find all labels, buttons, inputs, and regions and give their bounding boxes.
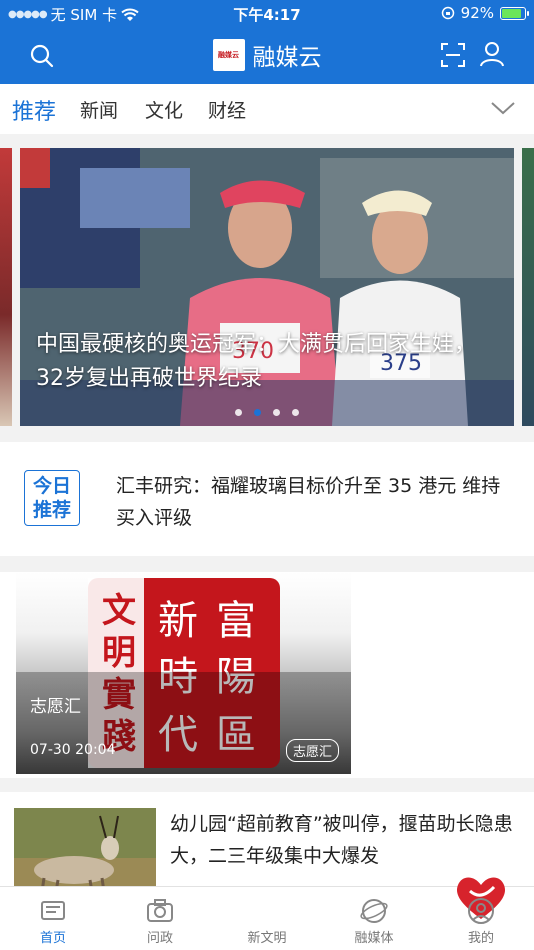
carousel-dot-active[interactable] [254, 409, 261, 416]
video-title: 志愿汇 [30, 697, 81, 717]
carousel-caption: 中国最硬核的奥运冠军：大满贯后回家生娃，32岁复出再破世界纪录 [36, 332, 477, 391]
rotation-lock-icon [441, 6, 454, 20]
user-icon[interactable] [478, 40, 506, 68]
tab-culture[interactable]: 文化 [145, 96, 183, 123]
nav-wenzheng[interactable]: 问政 [107, 887, 213, 950]
planet-icon [360, 899, 388, 923]
app-title: 融媒云 [252, 45, 322, 71]
today-recommend-text: 汇丰研究：福耀玻璃目标价升至 35 港元 维持买入评级 [116, 475, 501, 529]
nav-mine[interactable]: 我的 [428, 887, 534, 950]
battery-icon [500, 6, 529, 20]
video-time: 07-30 20:04 [30, 742, 116, 758]
app-screen: ●●●●● 无 SIM 卡 下午4:17 92% 融媒云 融媒云 推荐 新闻 文… [0, 0, 534, 950]
carousel-dot[interactable] [235, 409, 242, 416]
carousel-slide[interactable]: 375 370 中国最硬核的奥运冠军：大满贯后回家生娃，32岁复出再破世界纪录 [20, 148, 514, 426]
carousel-indicator [20, 409, 514, 416]
video-source-tag[interactable]: 志愿汇 [285, 739, 339, 762]
video-card[interactable]: 文 明 實 踐 新 富 時 陽 代 區 志愿汇 07-30 20:04 志愿汇 [0, 572, 534, 778]
nav-new-civilization[interactable]: 新文明 [214, 877, 506, 950]
tab-news[interactable]: 新闻 [80, 96, 118, 123]
today-recommend-item[interactable]: 今日 推荐 汇丰研究：福耀玻璃目标价升至 35 港元 维持买入评级 [0, 442, 534, 556]
today-recommend-badge: 今日 推荐 [24, 470, 80, 526]
app-logo: 融媒云 [212, 39, 245, 71]
chevron-down-icon[interactable] [490, 98, 516, 118]
camera-icon [147, 899, 173, 922]
nav-media[interactable]: 融媒体 [321, 887, 427, 950]
news-title: 幼儿园“超前教育”被叫停，揠苗助长隐患大，二三年级集中大爆发 [170, 813, 513, 867]
bottom-nav: 首页 问政 新文明 融媒体 我的 [0, 877, 534, 950]
battery-percent: 92% [460, 4, 494, 22]
carousel-dot[interactable] [292, 409, 299, 416]
nav-mine-label: 我的 [467, 931, 494, 946]
carousel-dot[interactable] [273, 409, 280, 416]
nav-wenzheng-label: 问政 [146, 931, 173, 946]
nav-home[interactable]: 首页 [0, 887, 106, 950]
nav-new-civilization-label: 新文明 [247, 931, 287, 946]
nav-media-label: 融媒体 [354, 931, 394, 946]
news-thumbnail [14, 808, 156, 892]
carousel-next-slide[interactable] [522, 148, 534, 426]
video-thumbnail[interactable]: 文 明 實 踐 新 富 時 陽 代 區 志愿汇 07-30 20:04 志愿汇 [16, 572, 351, 774]
headline-carousel[interactable]: 375 370 中国最硬核的奥运冠军：大满贯后回家生娃，32岁复出再破世界纪录 [0, 148, 534, 428]
nav-home-label: 首页 [39, 931, 66, 946]
profile-icon [468, 898, 494, 924]
category-tabs: 推荐 新闻 文化 财经 [0, 84, 534, 134]
app-header: 融媒云 融媒云 [0, 28, 534, 84]
antelope-photo [14, 808, 156, 892]
svg-text:富: 富 [216, 598, 256, 644]
svg-text:新: 新 [158, 598, 198, 644]
tab-recommend[interactable]: 推荐 [12, 94, 56, 126]
home-news-icon [41, 901, 65, 920]
carousel-prev-slide[interactable] [0, 148, 12, 426]
svg-text:文: 文 [102, 591, 136, 631]
tab-finance[interactable]: 财经 [208, 96, 246, 123]
svg-text:明: 明 [102, 633, 136, 673]
scan-icon[interactable] [440, 42, 466, 68]
status-bar: ●●●●● 无 SIM 卡 下午4:17 92% [0, 0, 534, 28]
